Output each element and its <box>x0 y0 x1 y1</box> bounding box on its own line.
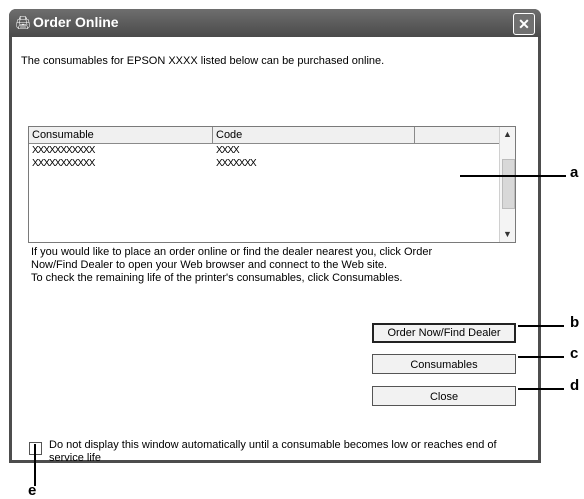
consumable-code: XXXX <box>216 145 240 156</box>
list-item[interactable]: XXXXXXXXXXX XXXX <box>32 145 240 156</box>
consumables-list[interactable]: Consumable Code XXXXXXXXXXX XXXX XXXXXXX… <box>28 126 516 243</box>
help-line: Now/Find Dealer to open your Web browser… <box>31 259 388 271</box>
help-line: If you would like to place an order onli… <box>31 246 433 258</box>
consumables-button[interactable]: Consumables <box>372 354 516 374</box>
callout-line-e <box>34 444 36 486</box>
list-scrollbar[interactable]: ▲ ▼ <box>499 127 515 242</box>
column-header-code[interactable]: Code <box>213 127 415 143</box>
order-online-window: 🖨 Order Online ✕ The consumables for EPS… <box>9 9 541 464</box>
help-line: To check the remaining life of the print… <box>31 272 403 284</box>
do-not-display-label[interactable]: Do not display this window automatically… <box>49 439 529 465</box>
scroll-up-icon[interactable]: ▲ <box>501 128 514 141</box>
callout-c: c <box>570 345 579 362</box>
callout-a: a <box>570 164 579 181</box>
scroll-thumb[interactable] <box>502 159 515 209</box>
printer-icon: 🖨 <box>15 15 32 30</box>
column-header-consumable[interactable]: Consumable <box>29 127 213 143</box>
list-item[interactable]: XXXXXXXXXXX XXXXXXX <box>32 158 257 169</box>
callout-line-b <box>518 325 564 327</box>
callout-e: e <box>28 482 37 499</box>
intro-text: The consumables for EPSON XXXX listed be… <box>21 55 385 67</box>
title-bar[interactable]: 🖨 Order Online ✕ <box>9 9 541 37</box>
callout-line-c <box>518 356 564 358</box>
callout-line-d <box>518 388 564 390</box>
close-button[interactable]: Close <box>372 386 516 406</box>
window-title: Order Online <box>33 14 119 30</box>
scroll-down-icon[interactable]: ▼ <box>501 228 514 241</box>
order-now-find-dealer-button[interactable]: Order Now/Find Dealer <box>372 323 516 343</box>
list-header: Consumable Code <box>29 127 499 144</box>
dialog-body: The consumables for EPSON XXXX listed be… <box>12 37 538 464</box>
callout-b: b <box>570 314 580 331</box>
consumable-code: XXXXXXX <box>216 158 257 169</box>
consumable-name: XXXXXXXXXXX <box>32 158 95 169</box>
help-text: If you would like to place an order onli… <box>31 246 432 285</box>
callout-line-a <box>460 175 566 177</box>
close-window-button[interactable]: ✕ <box>513 13 535 35</box>
consumable-name: XXXXXXXXXXX <box>32 145 95 156</box>
callout-d: d <box>570 377 580 394</box>
